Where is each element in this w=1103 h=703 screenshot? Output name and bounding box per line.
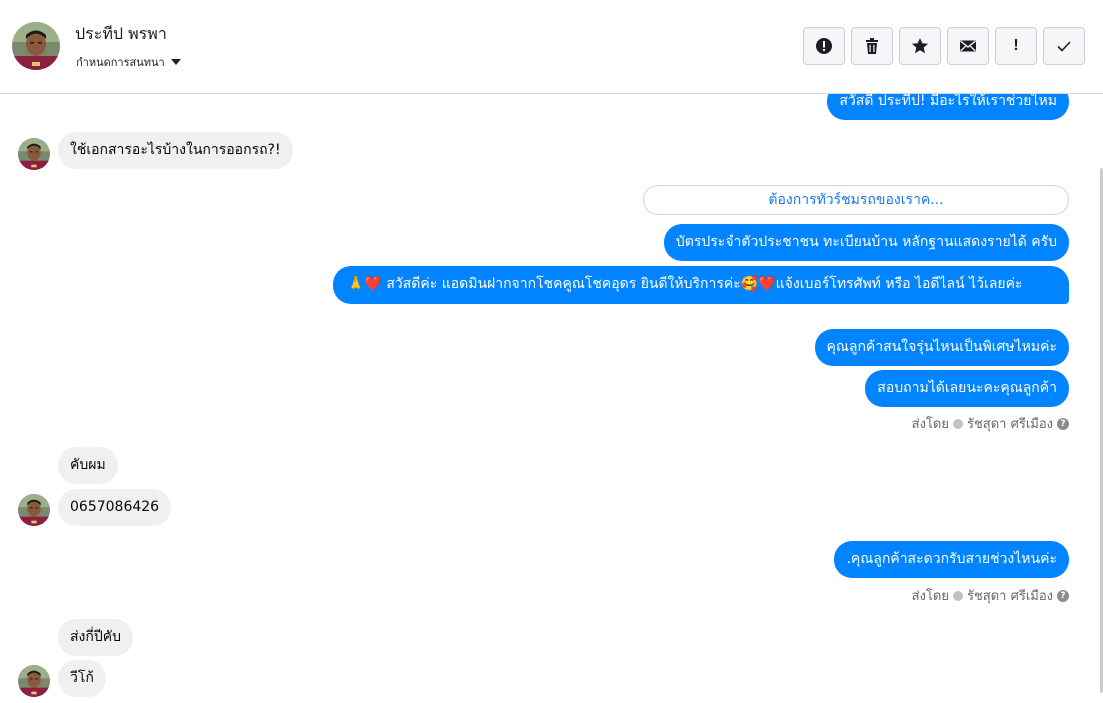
incoming-message[interactable]: ใช้เอกสารอะไรบ้างในการออกรถ?! (58, 132, 293, 169)
contact-name[interactable]: ประทีป พรพา (75, 22, 167, 47)
agent-avatar-icon (952, 418, 963, 429)
alert-circle-icon (816, 38, 832, 54)
follow-up-button[interactable]: ! (995, 27, 1037, 65)
star-button[interactable] (899, 27, 941, 65)
delete-button[interactable] (851, 27, 893, 65)
outgoing-message[interactable]: บัตรประจำตัวประชาชน ทะเบียนบ้าน หลักฐานแ… (663, 224, 1069, 261)
sent-by-agent: รัชสุดา ศรีเมือง (966, 589, 1053, 604)
help-icon[interactable]: ? (1057, 417, 1069, 430)
mark-unread-button[interactable] (947, 27, 989, 65)
outgoing-message[interactable]: สอบถามได้เลยนะคะคุณลูกค้า (865, 370, 1069, 407)
conversation-toolbar: ! (803, 27, 1085, 65)
contact-avatar-small[interactable] (18, 494, 50, 526)
contact-avatar-small[interactable] (18, 665, 50, 697)
incoming-message[interactable]: คับผม (58, 447, 118, 484)
caret-down-icon (170, 59, 181, 65)
agent-avatar-icon (952, 590, 963, 601)
outgoing-message[interactable]: .คุณลูกค้าสะดวกรับสายช่วงไหนค่ะ (834, 541, 1069, 578)
envelope-icon (960, 40, 976, 52)
sent-by-note: ส่งโดย รัชสุดา ศรีเมือง ? (912, 585, 1069, 606)
incoming-message[interactable]: ส่งกี่ปีคับ (58, 619, 133, 656)
incoming-message[interactable]: วีโก้ (58, 660, 106, 697)
outgoing-message[interactable]: 🙏❤️ สวัสดีค่ะ แอดมินฝากจากโชคคูณโชคอุดร … (333, 266, 1069, 304)
sent-by-agent: รัชสุดา ศรีเมือง (966, 417, 1053, 432)
avatar-image (18, 665, 50, 697)
avatar-image (18, 494, 50, 526)
checkmark-icon (1057, 41, 1071, 52)
incoming-message[interactable]: 0657086426 (58, 489, 172, 526)
trash-icon (866, 38, 878, 54)
help-icon[interactable]: ? (1057, 589, 1069, 602)
label-dropdown-text: กำหนดการสนทนา (76, 56, 165, 69)
outgoing-message[interactable]: คุณลูกค้าสนใจรุ่นไหนเป็นพิเศษไหมค่ะ (814, 329, 1069, 366)
avatar-image (12, 22, 60, 70)
exclamation-icon: ! (1013, 37, 1019, 54)
quick-reply-button[interactable]: ต้องการทัวร์ชมรถของเราค... (643, 185, 1069, 215)
report-spam-button[interactable] (803, 27, 845, 65)
avatar-image (18, 138, 50, 170)
sent-by-note: ส่งโดย รัชสุดา ศรีเมือง ? (912, 413, 1069, 434)
contact-avatar-small[interactable] (18, 138, 50, 170)
conversation-header: ประทีป พรพา กำหนดการสนทนา ! (0, 0, 1103, 94)
contact-avatar[interactable] (12, 22, 60, 70)
sent-by-prefix: ส่งโดย (911, 417, 949, 432)
outgoing-message[interactable]: สวัสดี ประทีป! มีอะไรให้เราช่วยไหม (827, 94, 1069, 120)
sent-by-prefix: ส่งโดย (911, 589, 949, 604)
mark-done-button[interactable] (1043, 27, 1085, 65)
message-thread[interactable]: สวัสดี ประทีป! มีอะไรให้เราช่วยไหม ใช้เอ… (0, 94, 1103, 703)
star-icon (912, 38, 928, 54)
label-dropdown[interactable]: กำหนดการสนทนา (76, 53, 181, 71)
